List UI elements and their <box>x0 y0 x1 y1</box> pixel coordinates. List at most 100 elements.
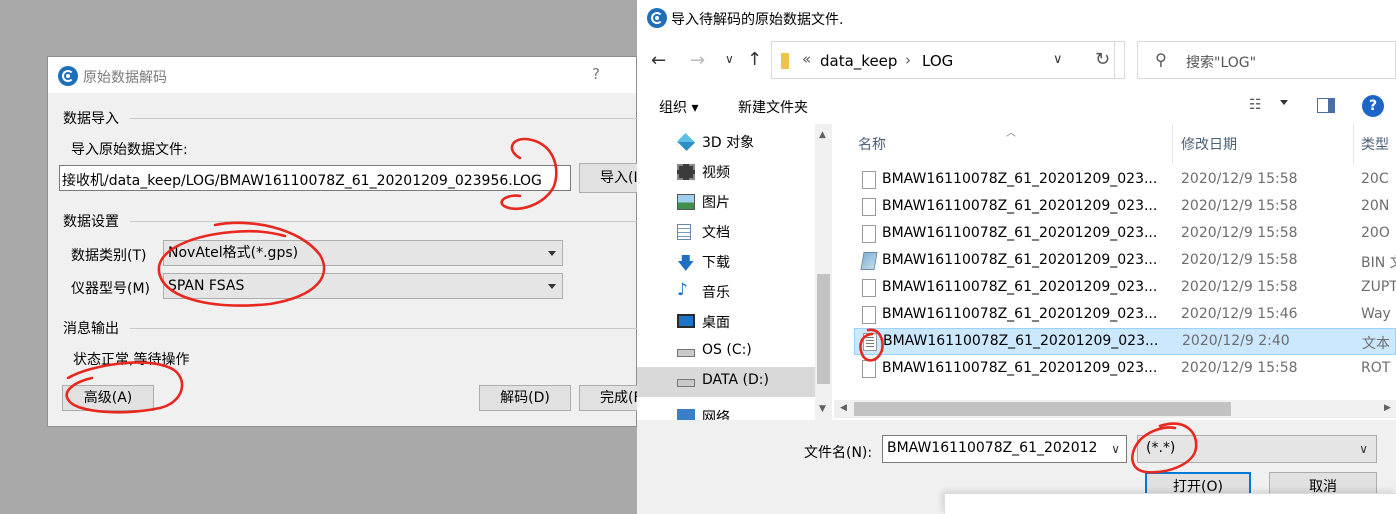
column-header-name[interactable]: 名称 <box>858 134 886 154</box>
overlapping-popup <box>944 493 1396 514</box>
decode-dialog: 原始数据解码 ? 数据导入 导入原始数据文件: 接收机/data_keep/LO… <box>47 56 651 427</box>
file-type: 文本 <box>1362 336 1390 352</box>
column-divider[interactable] <box>1353 124 1354 164</box>
device-model-select[interactable]: SPAN FSAS <box>163 273 563 299</box>
file-row[interactable]: BMAW16110078Z_61_20201209_023... 2020/12… <box>854 356 1396 383</box>
nav-item-videos[interactable]: 视频 <box>637 157 815 187</box>
file-date: 2020/12/9 15:58 <box>1181 225 1298 241</box>
file-type: BIN 文 <box>1361 255 1396 271</box>
column-divider[interactable] <box>1172 124 1173 164</box>
navigation-pane: 3D 对象 视频 图片 文档 🡇 下载 ♪ 音乐 桌面 OS (C:) DATA… <box>637 124 833 420</box>
back-arrow-icon[interactable]: ← <box>651 50 666 71</box>
bin-file-icon <box>860 252 878 270</box>
file-icon <box>862 225 876 243</box>
file-icon <box>862 306 876 324</box>
nav-item-data-d[interactable]: DATA (D:) <box>637 367 815 397</box>
breadcrumb-log[interactable]: LOG <box>922 52 953 70</box>
scroll-down-icon[interactable]: ▼ <box>819 404 826 414</box>
file-type: Way <box>1361 306 1391 322</box>
advanced-button[interactable]: 高级(A) <box>62 385 154 411</box>
file-icon <box>862 279 876 297</box>
nav-scroll-thumb[interactable] <box>817 274 830 384</box>
nav-item-documents[interactable]: 文档 <box>637 217 815 247</box>
nav-item-label: 视频 <box>702 165 730 181</box>
download-icon: 🡇 <box>677 254 695 274</box>
document-icon <box>677 224 691 240</box>
chevron-right-icon[interactable]: › <box>905 51 911 69</box>
scroll-left-icon[interactable]: ◀ <box>840 403 847 413</box>
data-type-select[interactable]: NovAtel格式(*.gps) <box>163 240 563 266</box>
file-row[interactable]: BMAW16110078Z_61_20201209_023... 2020/12… <box>854 194 1396 221</box>
import-path-input[interactable]: 接收机/data_keep/LOG/BMAW16110078Z_61_20201… <box>59 165 571 191</box>
file-row[interactable]: BMAW16110078Z_61_20201209_023... 2020/12… <box>854 248 1396 275</box>
file-type: 20O <box>1361 225 1390 241</box>
horizontal-scrollbar[interactable]: ◀ ▶ <box>834 400 1396 418</box>
help-icon[interactable]: ? <box>1362 95 1384 117</box>
nav-item-label: 音乐 <box>702 285 730 301</box>
file-row[interactable]: BMAW16110078Z_61_20201209_023... 2020/12… <box>854 221 1396 248</box>
nav-item-music[interactable]: ♪ 音乐 <box>637 277 815 307</box>
nav-item-3d-objects[interactable]: 3D 对象 <box>637 127 815 157</box>
view-options-icon[interactable]: ☷ <box>1249 97 1262 113</box>
search-input[interactable]: ⚲ 搜索"LOG" <box>1137 41 1396 79</box>
file-list: ︿ 名称 修改日期 类型 BMAW16110078Z_61_20201209_0… <box>834 124 1396 420</box>
breadcrumb-overflow-icon[interactable]: « <box>802 50 811 68</box>
scroll-up-icon[interactable]: ▲ <box>819 130 826 140</box>
output-group-divider <box>130 328 638 329</box>
address-bar[interactable]: « data_keep › LOG ∨ <box>771 41 1115 79</box>
file-name: BMAW16110078Z_61_20201209_023... <box>882 279 1158 295</box>
file-name: BMAW16110078Z_61_20201209_023... <box>882 171 1158 187</box>
recent-locations-icon[interactable]: ∨ <box>725 52 734 66</box>
nav-item-label: 3D 对象 <box>702 135 755 151</box>
horizontal-scroll-thumb[interactable] <box>854 402 1231 416</box>
chevron-down-icon[interactable]: ∨ <box>1111 442 1120 456</box>
file-dialog-title: 导入待解码的原始数据文件. <box>671 12 844 28</box>
nav-item-downloads[interactable]: 🡇 下载 <box>637 247 815 277</box>
new-folder-button[interactable]: 新建文件夹 <box>738 97 808 117</box>
nav-item-label: 文档 <box>702 225 730 241</box>
file-date: 2020/12/9 15:58 <box>1181 279 1298 295</box>
file-row[interactable]: BMAW16110078Z_61_20201209_023... 2020/12… <box>854 275 1396 302</box>
file-row-selected[interactable]: BMAW16110078Z_61_20201209_023... 2020/12… <box>854 328 1396 355</box>
nav-item-desktop[interactable]: 桌面 <box>637 307 815 337</box>
file-date: 2020/12/9 15:58 <box>1181 252 1298 268</box>
nav-item-label: 下载 <box>702 255 730 271</box>
refresh-button[interactable]: ↻ <box>1085 41 1125 79</box>
settings-group-label: 数据设置 <box>63 214 119 230</box>
file-date: 2020/12/9 15:58 <box>1181 360 1298 376</box>
nav-item-pictures[interactable]: 图片 <box>637 187 815 217</box>
import-file-label: 导入原始数据文件: <box>71 142 188 158</box>
file-type: ZUPT <box>1361 279 1396 295</box>
decode-button[interactable]: 解码(D) <box>479 385 571 411</box>
file-type: 20C <box>1361 171 1389 187</box>
breadcrumb-data-keep[interactable]: data_keep <box>820 52 897 70</box>
file-name: BMAW16110078Z_61_20201209_023... <box>882 360 1158 376</box>
music-icon: ♪ <box>677 280 688 300</box>
column-header-date[interactable]: 修改日期 <box>1181 134 1237 154</box>
nav-item-network[interactable]: 网络 <box>637 407 815 420</box>
file-row[interactable]: BMAW16110078Z_61_20201209_023... 2020/12… <box>854 167 1396 194</box>
file-name: BMAW16110078Z_61_20201209_023... <box>882 225 1158 241</box>
filename-input[interactable]: BMAW16110078Z_61_202012 ∨ <box>882 435 1127 463</box>
file-date: 2020/12/9 15:46 <box>1181 306 1298 322</box>
organize-menu[interactable]: 组织 ▾ <box>659 97 698 117</box>
preview-pane-icon[interactable] <box>1317 98 1335 113</box>
up-arrow-icon[interactable]: ↑ <box>747 49 762 70</box>
nav-item-os-c[interactable]: OS (C:) <box>637 337 815 367</box>
file-date: 2020/12/9 2:40 <box>1182 333 1290 349</box>
address-dropdown-icon[interactable]: ∨ <box>1053 52 1063 67</box>
help-button[interactable]: ? <box>592 65 600 83</box>
nav-item-label: 桌面 <box>702 315 730 331</box>
video-icon <box>677 164 695 180</box>
view-dropdown-icon[interactable] <box>1280 100 1288 105</box>
forward-arrow-icon[interactable]: → <box>690 50 705 71</box>
file-type: ROT <box>1361 360 1391 376</box>
nav-item-label: DATA (D:) <box>702 372 769 388</box>
import-group-divider <box>130 118 638 119</box>
scroll-right-icon[interactable]: ▶ <box>1384 403 1391 413</box>
file-type-select[interactable]: (*.*) ∨ <box>1137 435 1377 463</box>
column-header-type[interactable]: 类型 <box>1361 134 1389 154</box>
nav-scrollbar[interactable]: ▲ ▼ <box>815 124 832 420</box>
file-row[interactable]: BMAW16110078Z_61_20201209_023... 2020/12… <box>854 302 1396 329</box>
nav-item-label: 图片 <box>702 195 730 211</box>
